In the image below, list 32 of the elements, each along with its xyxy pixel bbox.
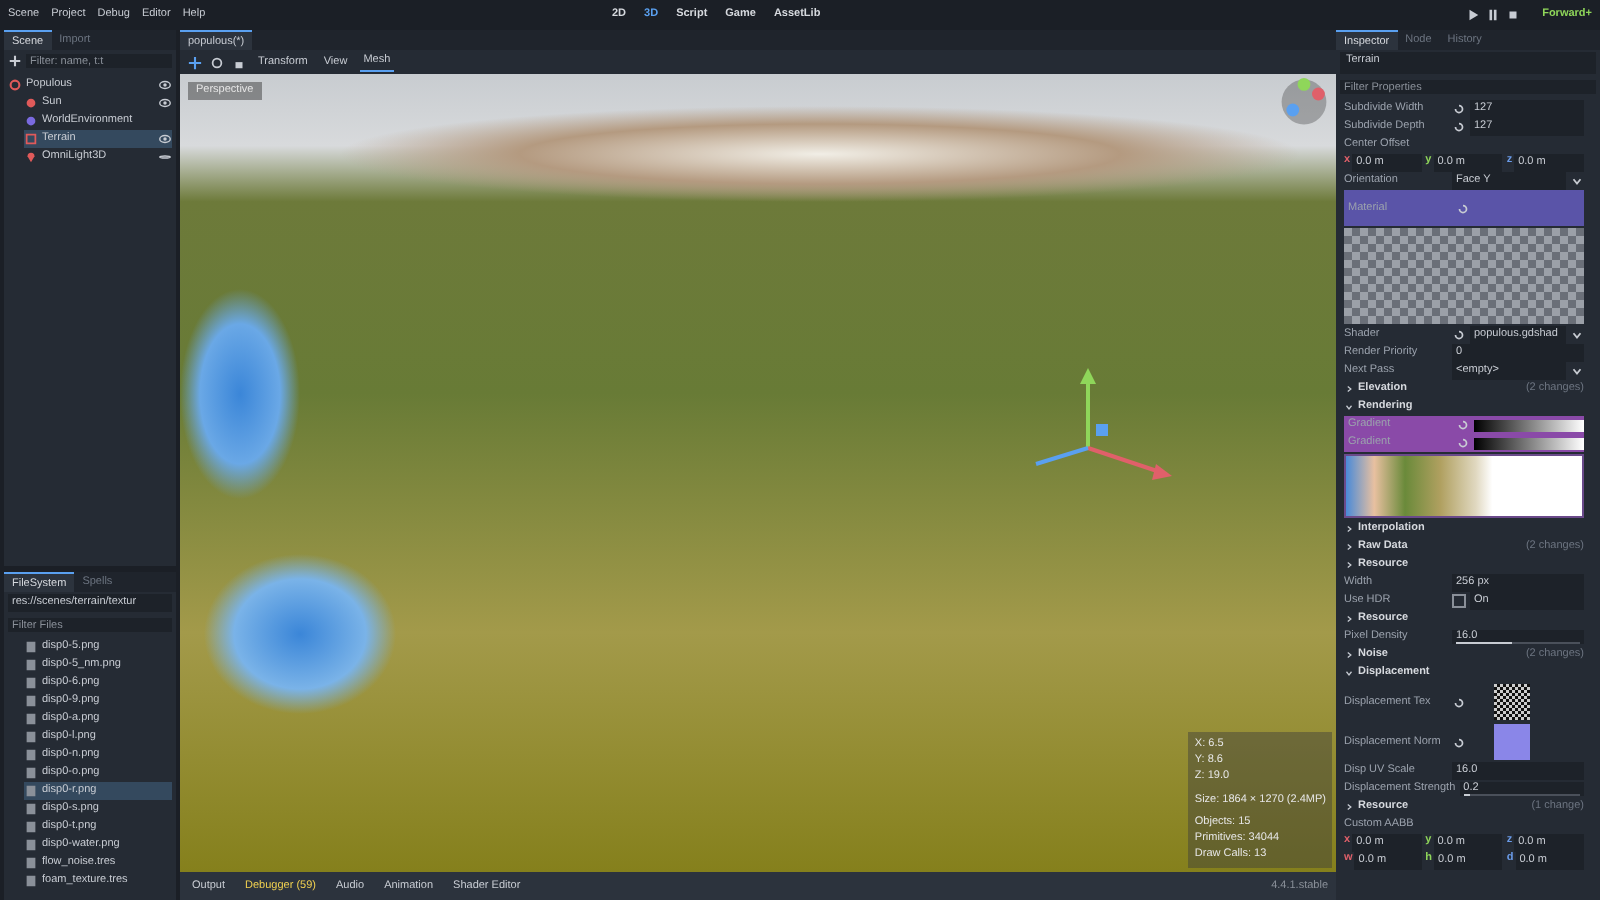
eye-closed-icon[interactable]	[158, 150, 172, 164]
reset-icon[interactable]	[1452, 735, 1466, 749]
caret-icon[interactable]	[1570, 328, 1584, 342]
caret-icon	[1344, 802, 1354, 812]
eye-icon[interactable]	[158, 132, 172, 146]
play-icon[interactable]	[1466, 8, 1481, 22]
caret-icon[interactable]	[1570, 364, 1584, 378]
caret-icon	[1344, 614, 1354, 624]
checkbox[interactable]	[1452, 594, 1466, 608]
eye-icon[interactable]	[158, 78, 172, 92]
gradient-editor[interactable]	[1344, 454, 1584, 518]
reset-icon[interactable]	[1456, 201, 1470, 215]
node-icon	[24, 114, 38, 128]
reset-icon[interactable]	[1452, 120, 1466, 134]
caret-icon[interactable]	[1570, 174, 1584, 188]
eye-icon[interactable]	[158, 96, 172, 110]
node-icon	[8, 78, 22, 92]
rotate-icon[interactable]	[210, 55, 224, 69]
plus-icon[interactable]	[8, 54, 22, 68]
stop-icon[interactable]	[1506, 8, 1521, 22]
reset-icon[interactable]	[1452, 328, 1466, 342]
normal-map-thumbnail[interactable]	[1494, 724, 1530, 760]
move-icon[interactable]	[188, 55, 202, 69]
gradient-preview[interactable]	[1474, 437, 1584, 449]
gradient-preview[interactable]	[1474, 419, 1584, 431]
reset-icon[interactable]	[1452, 102, 1466, 116]
node-icon	[24, 96, 38, 110]
node-icon	[24, 132, 38, 146]
pause-icon[interactable]	[1486, 8, 1501, 22]
reset-icon[interactable]	[1452, 695, 1466, 709]
noise-texture-thumbnail[interactable]	[1494, 684, 1530, 720]
node-icon	[24, 150, 38, 164]
